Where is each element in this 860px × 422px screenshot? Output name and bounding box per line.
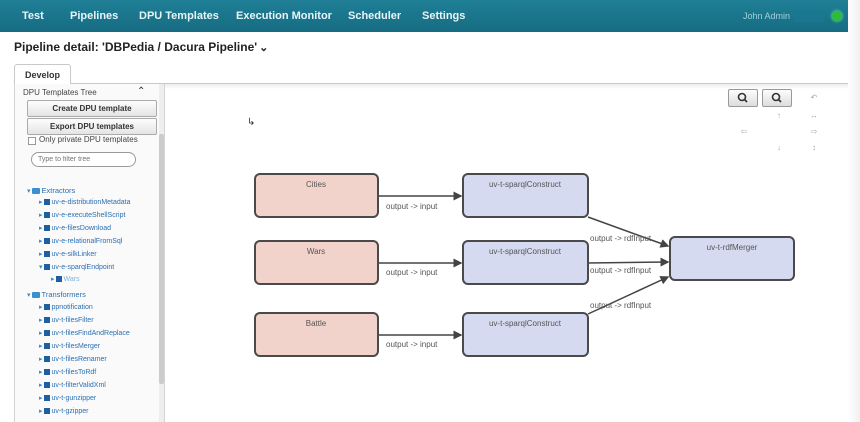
page-title-text: Pipeline detail: 'DBPedia / Dacura Pipel… — [14, 40, 258, 54]
expand-icon: ▸ — [39, 408, 43, 415]
dpu-icon — [43, 382, 50, 389]
dpu-icon — [43, 225, 50, 232]
only-private-label: Only private DPU templates — [39, 135, 138, 144]
tree-item[interactable]: ▸ uv-e-relationalFromSql — [39, 237, 122, 247]
export-dpu-templates-button[interactable]: Export DPU templates — [27, 118, 157, 135]
collapse-up-icon[interactable]: ⌃ — [137, 86, 145, 97]
node-label: uv-t-rdfMerger — [707, 243, 758, 252]
expand-icon: ▸ — [39, 251, 43, 258]
dpu-icon — [43, 199, 50, 206]
tree-item[interactable]: ▸ uv-t-filesRenamer — [39, 355, 107, 365]
tree-item[interactable]: ▸ uv-t-gzipper — [39, 407, 88, 417]
node-label: Battle — [306, 319, 327, 328]
dpu-icon — [43, 251, 50, 258]
dpu-icon — [43, 264, 50, 271]
chevron-down-icon[interactable]: ⌄ — [259, 42, 268, 54]
edge-label: output -> input — [386, 268, 438, 277]
edge-label: output -> input — [386, 202, 438, 211]
nav-test[interactable]: Test — [14, 0, 52, 32]
window-edge-shadow — [848, 0, 860, 422]
edge-label: output -> rdfInput — [590, 266, 652, 275]
user-name[interactable]: John Admin — [743, 0, 790, 32]
dpu-icon — [43, 408, 50, 415]
dpu-icon — [43, 238, 50, 245]
expand-icon: ▸ — [39, 212, 43, 219]
page-title[interactable]: Pipeline detail: 'DBPedia / Dacura Pipel… — [14, 40, 268, 54]
tree-item[interactable]: ▸ ppnotification — [39, 303, 93, 313]
node-label: Wars — [307, 247, 325, 256]
filter-tree-input[interactable] — [31, 152, 136, 167]
tree-item[interactable]: ▸ uv-t-filesFilter — [39, 316, 94, 326]
workspace: DPU Templates Tree ⌃ Create DPU template… — [14, 84, 849, 422]
dpu-icon — [43, 212, 50, 219]
nav-settings[interactable]: Settings — [414, 0, 473, 32]
sidebar-scrollbar-thumb[interactable] — [159, 134, 164, 384]
dpu-icon — [43, 317, 50, 324]
dpu-icon — [43, 356, 50, 363]
dpu-icon — [55, 276, 62, 283]
tree-item[interactable]: ▸ uv-e-filesDownload — [39, 224, 111, 234]
dpu-icon — [43, 304, 50, 311]
edge-label: output -> input — [386, 340, 438, 349]
edge-label: output -> rdfInput — [590, 234, 652, 243]
tree-item[interactable]: ▸ uv-t-filesToRdf — [39, 368, 96, 378]
nav-scheduler[interactable]: Scheduler — [340, 0, 409, 32]
expand-icon: ▸ — [39, 343, 43, 350]
expand-icon: ▸ — [39, 369, 43, 376]
tree-title: DPU Templates Tree — [23, 88, 97, 97]
tree-item-wars[interactable]: ▸ Wars — [51, 275, 80, 285]
expand-icon: ▸ — [39, 238, 43, 245]
dpu-icon — [43, 395, 50, 402]
tree-item[interactable]: ▸ uv-t-filterValidXml — [39, 381, 106, 391]
node-label: uv-t-sparqlConstruct — [489, 180, 562, 189]
logout-button[interactable] — [794, 10, 824, 22]
tree-group-transformers[interactable]: ▾ Transformers — [27, 290, 86, 300]
expand-icon: ▾ — [27, 292, 31, 299]
edge-label: output -> rdfInput — [590, 301, 652, 310]
pipeline-canvas[interactable]: ↶ ↑ ↔ ⇦ ⇨ ↓ ↕ ↳ Cities Wars Battle uv-t-… — [165, 84, 849, 422]
tree-item[interactable]: ▸ uv-e-executeShellScript — [39, 211, 125, 221]
tree-item[interactable]: ▾ uv-e-sparqlEndpoint — [39, 263, 114, 273]
node-label: uv-t-sparqlConstruct — [489, 247, 562, 256]
folder-icon — [31, 292, 40, 299]
tree-item[interactable]: ▸ uv-e-silkLinker — [39, 250, 97, 260]
expand-icon: ▸ — [39, 382, 43, 389]
node-label: Cities — [306, 180, 326, 189]
expand-icon: ▸ — [39, 356, 43, 363]
tree-item[interactable]: ▸ uv-t-filesFindAndReplace — [39, 329, 130, 339]
tree-item[interactable]: ▸ uv-t-filesMerger — [39, 342, 100, 352]
tree-group-extractors[interactable]: ▾ Extractors — [27, 186, 75, 196]
expand-icon: ▸ — [39, 395, 43, 402]
node-label: uv-t-sparqlConstruct — [489, 319, 562, 328]
expand-icon: ▾ — [27, 188, 31, 195]
dpu-icon — [43, 369, 50, 376]
nav-pipelines[interactable]: Pipelines — [62, 0, 126, 32]
create-dpu-template-button[interactable]: Create DPU template — [27, 100, 157, 117]
tree-item[interactable]: ▸ uv-t-gunzipper — [39, 394, 96, 404]
expand-icon: ▸ — [51, 276, 55, 283]
dpu-icon — [43, 343, 50, 350]
dpu-templates-sidebar: DPU Templates Tree ⌃ Create DPU template… — [15, 84, 165, 422]
expand-icon: ▸ — [39, 199, 43, 206]
nav-execution-monitor[interactable]: Execution Monitor — [228, 0, 340, 32]
expand-icon: ▸ — [39, 225, 43, 232]
folder-icon — [31, 188, 40, 195]
tree-item[interactable]: ▸ uv-e-distributionMetadata — [39, 198, 131, 208]
top-navigation-bar: Test Pipelines DPU Templates Execution M… — [0, 0, 860, 32]
expand-icon: ▸ — [39, 304, 43, 311]
pipeline-graph: Cities Wars Battle uv-t-sparqlConstruct … — [254, 173, 795, 357]
tab-develop[interactable]: Develop — [14, 64, 72, 85]
tab-strip: Develop — [14, 64, 848, 85]
expand-icon: ▾ — [39, 264, 43, 271]
expand-icon: ▸ — [39, 330, 43, 337]
only-private-checkbox[interactable] — [28, 137, 36, 145]
nav-dpu-templates[interactable]: DPU Templates — [131, 0, 227, 32]
online-status-icon — [832, 11, 842, 21]
dpu-icon — [43, 330, 50, 337]
edge-construct2-merger[interactable] — [587, 257, 670, 267]
expand-icon: ▸ — [39, 317, 43, 324]
